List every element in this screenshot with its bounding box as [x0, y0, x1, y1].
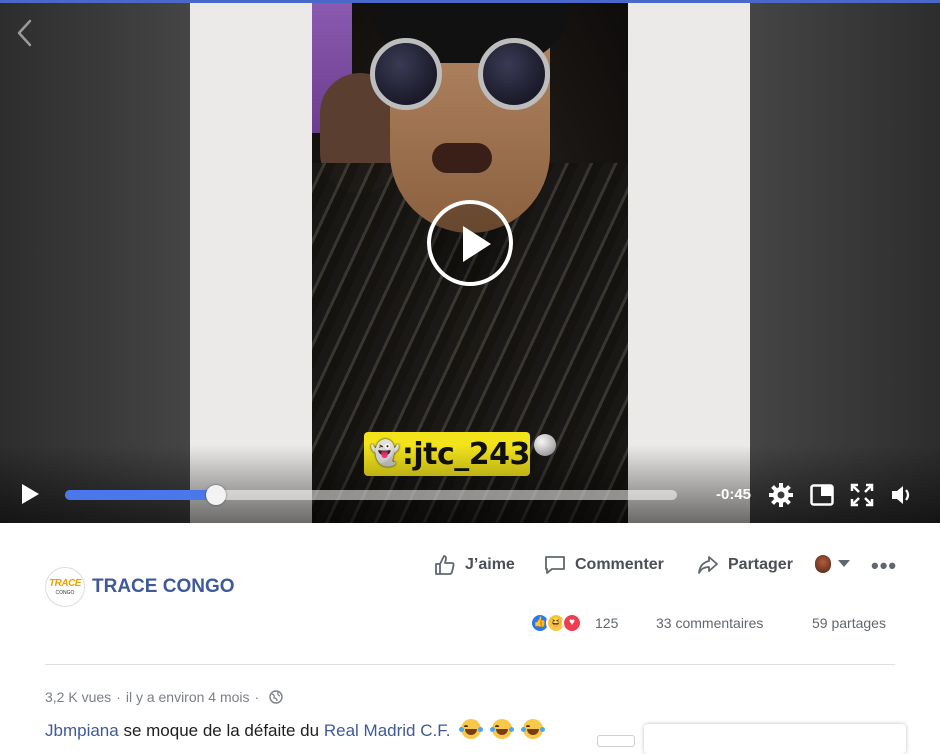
mention-link[interactable]: Jbmpiana	[45, 721, 119, 740]
comment-label: Commenter	[575, 556, 664, 573]
video-player[interactable]: 👻 :jtc_243 -0:45	[0, 0, 940, 523]
progress-bar[interactable]	[65, 485, 677, 505]
chevron-down-icon[interactable]	[838, 560, 850, 567]
view-count: 3,2 K vues	[45, 689, 112, 705]
share-label: Partager	[728, 556, 793, 573]
post-description: Jbmpiana se moque de la défaite du Real …	[45, 719, 545, 741]
video-subject-sunglasses-left	[370, 38, 442, 110]
controls-gradient	[0, 445, 940, 523]
divider	[45, 664, 895, 665]
volume-icon[interactable]	[889, 482, 915, 508]
more-options-icon[interactable]: •••	[871, 553, 897, 579]
laughing-emoji-icon	[459, 719, 484, 739]
like-label: J’aime	[465, 556, 515, 573]
description-text: se moque de la défaite du	[123, 721, 320, 740]
team-link[interactable]: Real Madrid C.F.	[324, 721, 451, 740]
comment-button[interactable]: Commenter	[543, 551, 664, 579]
share-button[interactable]: Partager	[696, 551, 793, 579]
chevron-left-icon[interactable]	[14, 18, 36, 48]
progress-fill	[65, 490, 217, 500]
gear-icon[interactable]	[768, 482, 794, 508]
remaining-time: -0:45	[716, 486, 752, 503]
meta-separator: ·	[116, 689, 121, 705]
comment-icon	[545, 556, 565, 574]
laughing-emoji-icon	[489, 719, 514, 739]
shares-count-link[interactable]: 59 partages	[812, 615, 886, 631]
reaction-count[interactable]: 125	[595, 615, 618, 631]
play-icon[interactable]	[18, 482, 42, 506]
video-subject-mouth	[432, 143, 492, 173]
video-subject-sunglasses-right	[478, 38, 550, 110]
love-reaction-icon: ♥	[562, 613, 582, 633]
post-timestamp[interactable]: il y a environ 4 mois	[126, 689, 250, 705]
laughing-emoji-icon	[520, 719, 545, 739]
fullscreen-icon[interactable]	[849, 482, 875, 508]
popup-panel-edge	[644, 724, 906, 754]
picture-in-picture-icon[interactable]	[809, 482, 835, 508]
viewer-avatar[interactable]	[815, 555, 831, 573]
meta-separator: ·	[254, 689, 260, 705]
comments-count-link[interactable]: 33 commentaires	[656, 615, 763, 631]
globe-icon	[269, 690, 283, 704]
share-icon	[698, 556, 718, 574]
big-play-button[interactable]	[427, 200, 513, 286]
thumbs-up-icon	[435, 555, 455, 575]
small-panel-edge	[597, 735, 635, 747]
page-avatar-logo-subtext: CONGO	[55, 590, 75, 596]
like-button[interactable]: J’aime	[433, 551, 515, 579]
page-avatar[interactable]: TRACE CONGO	[45, 567, 85, 607]
page-name-link[interactable]: TRACE CONGO	[92, 576, 235, 598]
page-avatar-logo-text: TRACE	[49, 578, 81, 589]
post-meta: 3,2 K vues · il y a environ 4 mois ·	[45, 689, 283, 705]
